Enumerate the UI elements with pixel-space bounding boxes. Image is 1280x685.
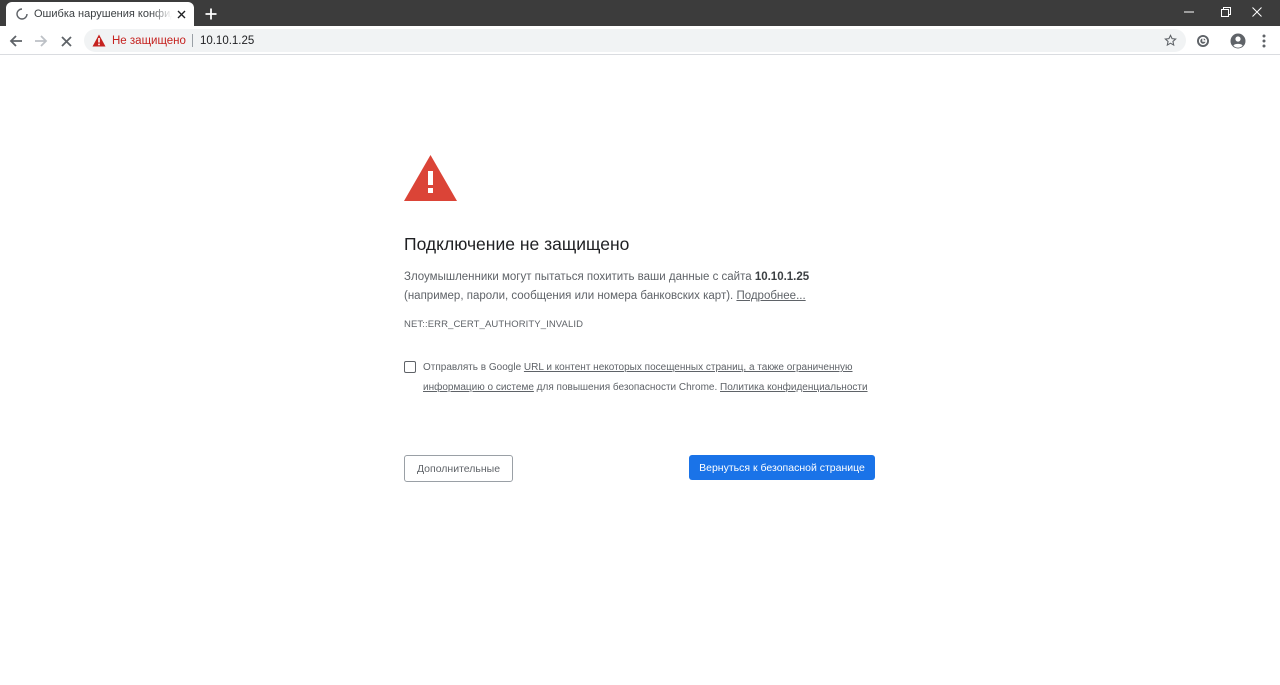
restore-icon bbox=[1221, 7, 1231, 17]
extension-button[interactable] bbox=[1193, 31, 1213, 51]
report-text: Отправлять в Google URL и контент некото… bbox=[423, 358, 874, 397]
advanced-button[interactable]: Дополнительные bbox=[404, 455, 513, 482]
stop-x-icon bbox=[60, 35, 72, 47]
extension-icon bbox=[1197, 35, 1209, 47]
active-tab[interactable]: Ошибка нарушения конфиденциальности bbox=[6, 2, 194, 26]
warning-triangle-icon bbox=[404, 155, 457, 201]
bookmark-star-icon[interactable] bbox=[1163, 33, 1178, 48]
loading-spinner-icon bbox=[16, 8, 28, 20]
menu-button[interactable] bbox=[1254, 31, 1274, 51]
page-title: Подключение не защищено bbox=[404, 234, 630, 254]
security-label[interactable]: Не защищено bbox=[112, 35, 186, 47]
new-tab-button[interactable] bbox=[202, 5, 220, 23]
privacy-policy-link[interactable]: Политика конфиденциальности bbox=[720, 382, 868, 393]
description-text-prefix: Злоумышленники могут пытаться похитить в… bbox=[404, 271, 755, 283]
url-text[interactable]: 10.10.1.25 bbox=[200, 35, 254, 47]
description: Злоумышленники могут пытаться похитить в… bbox=[404, 268, 864, 306]
back-button[interactable] bbox=[6, 31, 26, 51]
close-icon bbox=[1252, 7, 1262, 17]
back-to-safety-button[interactable]: Вернуться к безопасной странице bbox=[689, 455, 875, 480]
description-text-suffix: (например, пароли, сообщения или номера … bbox=[404, 290, 737, 302]
host-name: 10.10.1.25 bbox=[754, 271, 810, 283]
forward-button[interactable] bbox=[31, 31, 51, 51]
error-code: NET::ERR_CERT_AUTHORITY_INVALID bbox=[404, 319, 584, 330]
omnibox-divider bbox=[191, 34, 193, 47]
report-checkbox[interactable] bbox=[404, 361, 416, 373]
report-text-middle: для повышения безопасности Chrome. bbox=[533, 381, 721, 393]
back-arrow-icon bbox=[9, 35, 22, 47]
tab-close-icon[interactable] bbox=[174, 7, 188, 21]
safe-browsing-report-option: Отправлять в Google URL и контент некото… bbox=[404, 358, 874, 397]
interstitial-page: Подключение не защищено Злоумышленники м… bbox=[0, 56, 1280, 685]
tab-strip: Ошибка нарушения конфиденциальности bbox=[0, 0, 1280, 26]
kebab-menu-icon bbox=[1262, 34, 1266, 48]
not-secure-warning-icon[interactable] bbox=[92, 34, 106, 47]
profile-button[interactable] bbox=[1228, 31, 1248, 51]
omnibox[interactable]: Не защищено 10.10.1.25 bbox=[84, 29, 1186, 52]
learn-more-link[interactable]: Подробнее... bbox=[736, 290, 805, 302]
forward-arrow-icon bbox=[35, 35, 48, 47]
close-window-button[interactable] bbox=[1234, 0, 1280, 24]
report-text-prefix: Отправлять в Google bbox=[423, 362, 524, 373]
stop-loading-button[interactable] bbox=[56, 31, 76, 51]
account-circle-icon bbox=[1230, 33, 1246, 49]
tab-title: Ошибка нарушения конфиденциальности bbox=[34, 8, 172, 20]
plus-icon bbox=[205, 8, 217, 20]
browser-toolbar: Не защищено 10.10.1.25 bbox=[0, 26, 1280, 55]
minimize-icon bbox=[1184, 11, 1194, 13]
